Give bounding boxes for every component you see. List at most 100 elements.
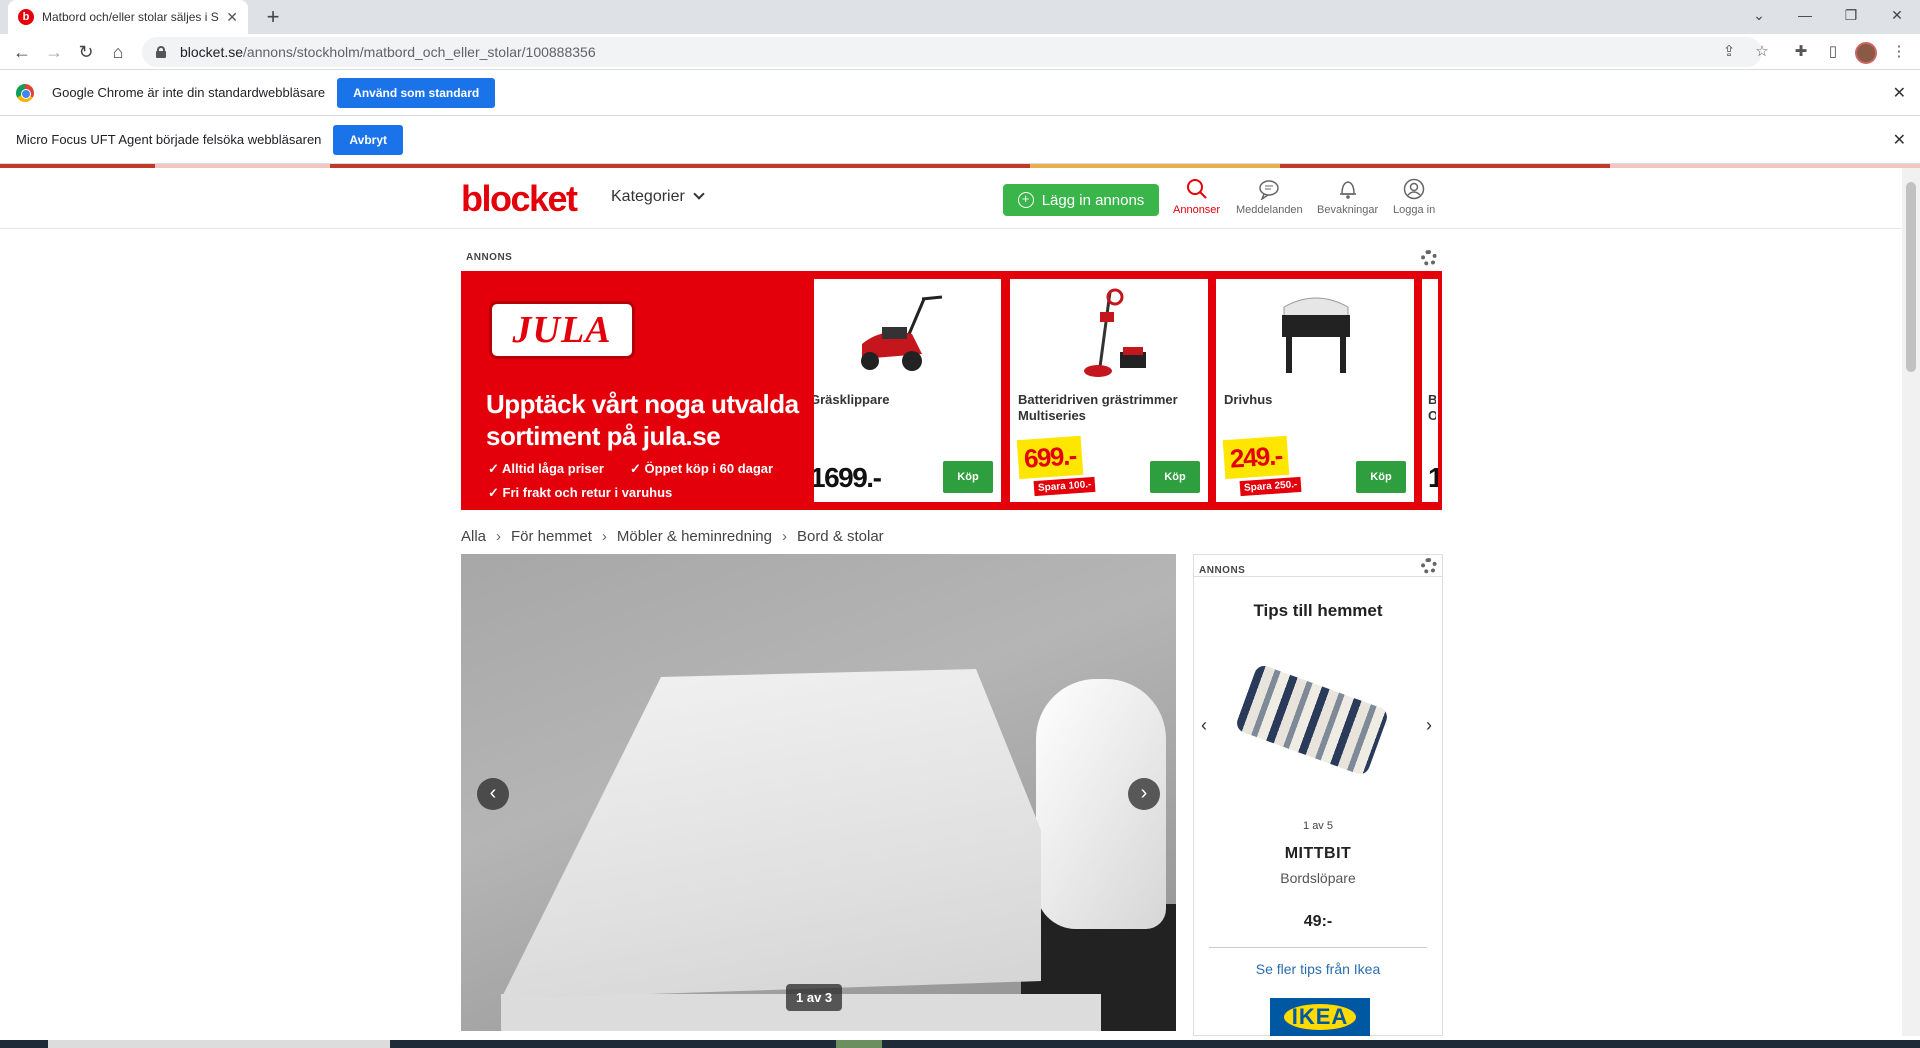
gallery-prev-button[interactable]: ‹: [477, 778, 509, 810]
breadcrumb-item[interactable]: Bord & stolar: [797, 528, 884, 545]
nav-label: Bevakningar: [1317, 204, 1379, 216]
tab-close-icon[interactable]: ✕: [226, 9, 238, 26]
divider: [1209, 947, 1427, 948]
ad-price-tag: 249.-: [1222, 435, 1290, 480]
infobar-close-icon[interactable]: ✕: [1893, 83, 1906, 103]
restore-icon[interactable]: ❐: [1828, 0, 1874, 30]
taskbar-segment: [48, 1040, 390, 1048]
image-gallery[interactable]: ‹ › 1 av 3: [461, 554, 1176, 1031]
buy-button[interactable]: Köp: [1356, 461, 1406, 493]
breadcrumb-item[interactable]: Möbler & heminredning: [617, 528, 772, 545]
url-domain: blocket.se: [180, 44, 244, 60]
nav-annonser[interactable]: Annonser: [1173, 178, 1220, 216]
profile-avatar[interactable]: [1855, 42, 1877, 64]
extensions-icon[interactable]: ✚: [1790, 41, 1812, 63]
address-bar[interactable]: blocket.se/annons/stockholm/matbord_och_…: [142, 37, 1762, 67]
ad-perk: Fri frakt och retur i varuhus: [488, 485, 673, 501]
gear-icon[interactable]: [1421, 250, 1437, 266]
lock-icon: [156, 46, 166, 58]
side-ad-header: ANNONS: [1194, 555, 1442, 577]
user-icon: [1403, 178, 1425, 200]
blocket-favicon-icon: b: [18, 9, 34, 25]
buy-button[interactable]: Köp: [943, 461, 993, 493]
new-tab-icon[interactable]: +: [260, 4, 286, 30]
tab-search-icon[interactable]: ⌄: [1736, 0, 1782, 30]
buy-button[interactable]: Köp: [1150, 461, 1200, 493]
breadcrumb-item[interactable]: Alla: [461, 528, 486, 545]
ad-savings-badge: Spara 100.-: [1033, 476, 1096, 497]
nav-meddelanden[interactable]: Meddelanden: [1236, 178, 1303, 216]
chat-bubble-icon: [1259, 180, 1280, 200]
window-close-icon[interactable]: ✕: [1874, 0, 1920, 30]
ad-product-price: 1699.-: [814, 462, 882, 493]
table-runner-image[interactable]: [1234, 663, 1390, 777]
set-default-button[interactable]: Använd som standard: [337, 77, 496, 108]
greenhouse-image: [1282, 297, 1350, 373]
ad-price-tag: 699.-: [1016, 435, 1084, 480]
ad-label: ANNONS: [1199, 565, 1246, 576]
ikea-side-ad[interactable]: ANNONS Tips till hemmet ‹ › 1 av 5 MITTB…: [1193, 554, 1443, 1036]
jula-logo: JULA: [489, 301, 635, 359]
breadcrumb: Alla › För hemmet › Möbler & heminredning › Bo…: [461, 528, 884, 545]
ad-label: ANNONS: [466, 252, 513, 263]
nav-bevakningar[interactable]: Bevakningar: [1317, 178, 1378, 216]
nav-label: Annonser: [1173, 204, 1221, 216]
ikea-logo[interactable]: IKEA: [1270, 998, 1370, 1036]
ad-product-name: Drivhus: [1224, 392, 1273, 407]
see-more-link[interactable]: Se fler tips från Ikea: [1194, 961, 1442, 977]
plus-circle-icon: +: [1017, 192, 1034, 208]
side-ad-price: 49:-: [1303, 913, 1333, 930]
blocket-logo[interactable]: blocket: [461, 178, 578, 220]
back-icon[interactable]: ←: [8, 38, 36, 66]
reload-icon[interactable]: ↻: [72, 38, 100, 66]
bell-icon: [1339, 181, 1356, 199]
gear-icon[interactable]: [1421, 558, 1437, 574]
browser-toolbar: ← → ↻ ⌂ blocket.se/annons/stockholm/matb…: [0, 34, 1920, 70]
ad-perk: Öppet köp i 60 dagar: [630, 461, 774, 477]
debugging-infobar: Micro Focus UFT Agent började felsöka we…: [0, 116, 1920, 164]
nav-label: Meddelanden: [1236, 204, 1303, 216]
page-scrollbar[interactable]: [1902, 168, 1920, 1036]
chrome-icon: [16, 83, 34, 102]
infobar-close-icon[interactable]: ✕: [1893, 130, 1906, 150]
side-ad-product-desc: Bordslöpare: [1280, 870, 1356, 886]
gallery-counter: 1 av 3: [786, 984, 843, 1011]
post-ad-label: Lägg in annons: [1041, 191, 1145, 209]
ad-product-card[interactable]: Gräsklippare 1699.- Köp: [814, 279, 1001, 502]
gallery-next-button[interactable]: ›: [1128, 778, 1160, 810]
breadcrumb-separator-icon: ›: [781, 528, 787, 545]
ad-product-name: Batteridriven grästrimmer Multiseries: [1018, 392, 1178, 423]
page-content: blocket Kategorier + Lägg in annons Anno…: [0, 168, 1902, 1036]
ad-product-card[interactable]: Drivhus 249.- Spara 250.- Köp: [1216, 279, 1414, 502]
browser-tab[interactable]: b Matbord och/eller stolar säljes i S ✕: [8, 0, 248, 34]
categories-dropdown[interactable]: Kategorier: [611, 188, 705, 206]
ad-perk: Alltid låga priser: [488, 461, 604, 477]
ad-product-name: B O: [1428, 392, 1436, 423]
post-ad-button[interactable]: + Lägg in annons: [1003, 184, 1159, 216]
carousel-prev-icon[interactable]: ‹: [1201, 715, 1207, 736]
ad-product-name: Gräsklippare: [814, 392, 890, 407]
nav-label: Logga in: [1393, 204, 1436, 216]
side-panel-icon[interactable]: ▯: [1822, 41, 1844, 63]
jula-ad-banner[interactable]: JULA Upptäck vårt noga utvalda sortiment…: [461, 271, 1442, 510]
home-icon[interactable]: ⌂: [104, 38, 132, 66]
share-icon[interactable]: ⇪: [1718, 41, 1740, 63]
side-ad-title: Tips till hemmet: [1253, 601, 1383, 620]
taskbar: [0, 1040, 1920, 1048]
breadcrumb-separator-icon: ›: [496, 528, 502, 545]
minimize-icon[interactable]: —: [1782, 0, 1828, 30]
cancel-button[interactable]: Avbryt: [333, 124, 403, 155]
ad-product-card-partial[interactable]: B O 1: [1422, 279, 1438, 502]
carousel-next-icon[interactable]: ›: [1426, 715, 1432, 736]
nav-logga-in[interactable]: Logga in: [1393, 178, 1435, 216]
ad-product-card[interactable]: Batteridriven grästrimmer Multiseries 69…: [1010, 279, 1208, 502]
taskbar-segment: [836, 1040, 882, 1048]
chevron-down-icon: [693, 188, 705, 200]
bookmark-star-icon[interactable]: ☆: [1751, 41, 1773, 63]
forward-icon[interactable]: →: [40, 38, 68, 66]
menu-icon[interactable]: ⋮: [1888, 41, 1910, 63]
breadcrumb-item[interactable]: För hemmet: [511, 528, 592, 545]
ad-headline: Upptäck vårt noga utvalda sortiment på j…: [486, 389, 799, 451]
scrollbar-thumb[interactable]: [1906, 182, 1916, 372]
side-ad-product-name: MITTBIT: [1284, 845, 1352, 862]
